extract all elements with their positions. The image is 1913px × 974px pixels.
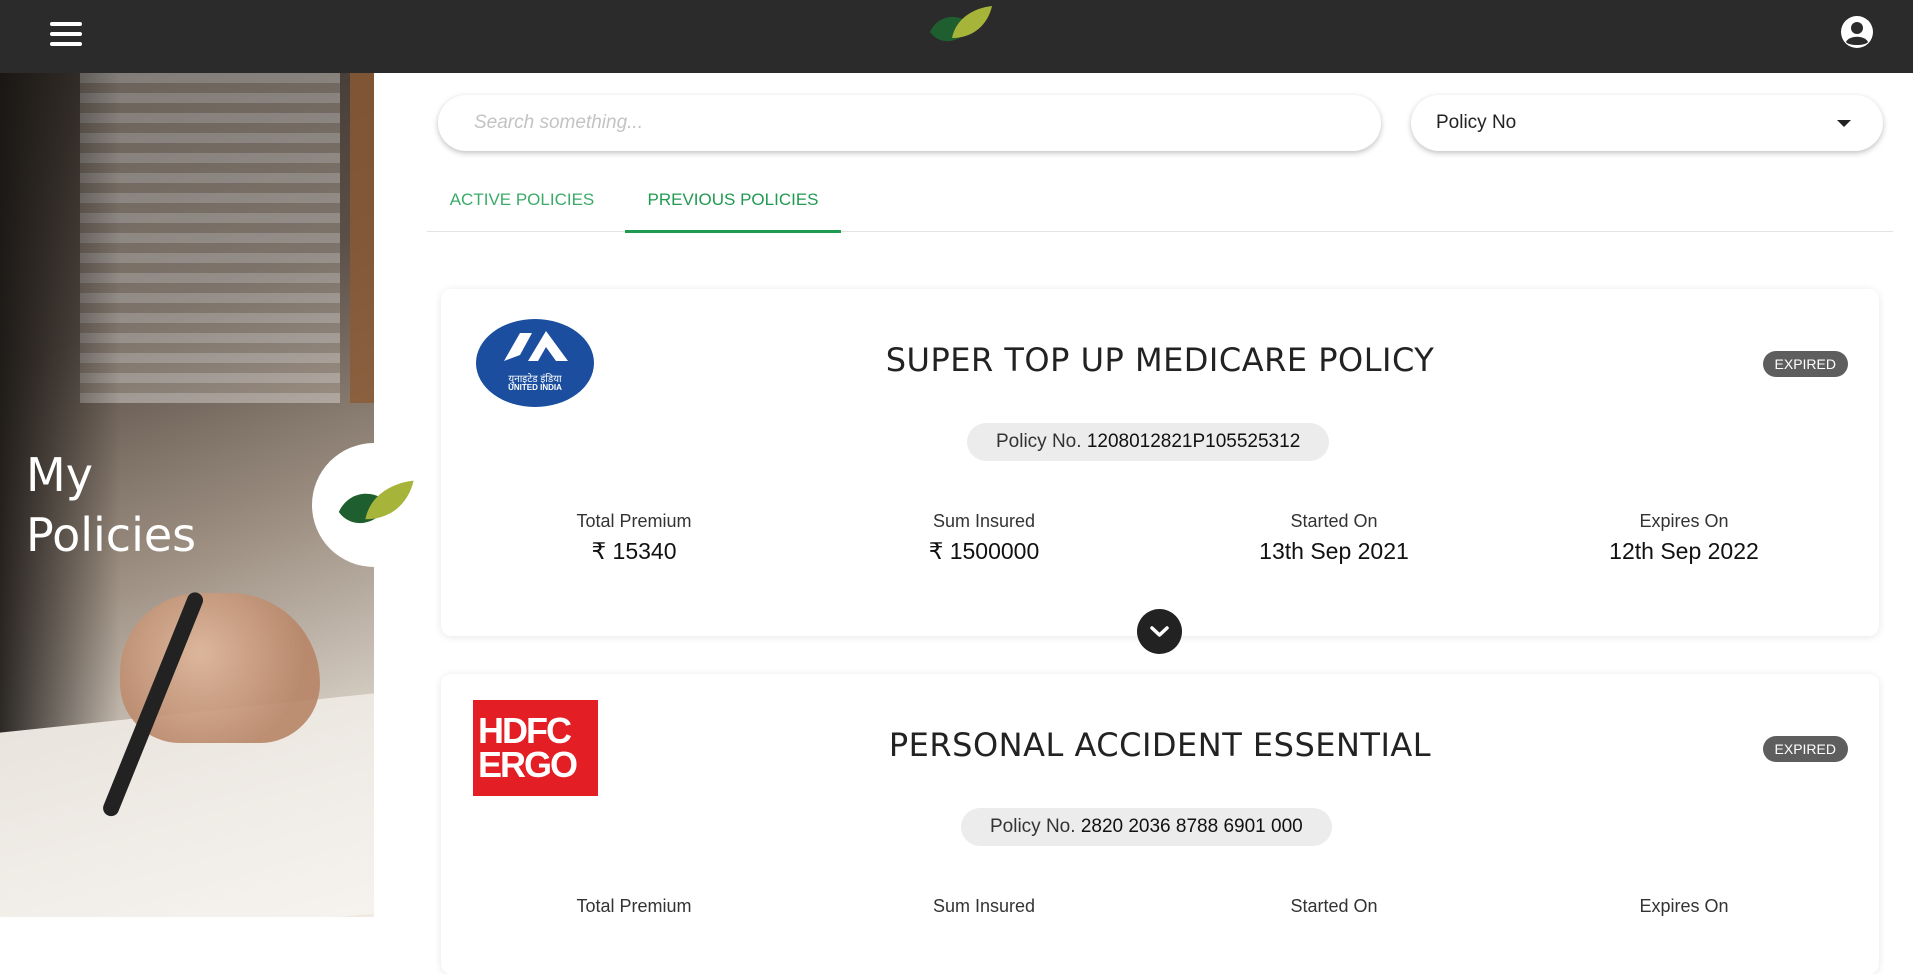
policy-number: Policy No. 1208012821P105525312 (967, 423, 1330, 461)
top-bar (0, 0, 1913, 73)
hamburger-menu-icon[interactable] (50, 22, 82, 46)
expires-on-label: Expires On (1639, 511, 1729, 531)
started-on-label: Started On (1290, 896, 1378, 916)
policy-number-label: Policy No. (990, 816, 1076, 837)
total-premium: Total Premium ₹ 15340 (484, 511, 784, 565)
started-on-label: Started On (1290, 511, 1378, 531)
policy-title: PERSONAL ACCIDENT ESSENTIAL (888, 726, 1432, 764)
total-premium-value: ₹ 15340 (591, 538, 677, 564)
sum-insured-label: Sum Insured (932, 511, 1036, 531)
leaf-logo-icon[interactable] (926, 4, 994, 50)
user-account-icon[interactable] (1840, 15, 1874, 49)
sum-insured: Sum Insured (834, 896, 1134, 917)
sum-insured-label: Sum Insured (932, 896, 1036, 916)
policy-number-label: Policy No. (996, 431, 1082, 452)
page-title-line2: Policies (26, 508, 197, 562)
policy-card[interactable]: युनाइटेड इंडिया UNITED INDIA SUPER TOP U… (441, 289, 1879, 636)
hero-logo-badge (312, 443, 436, 567)
total-premium-label: Total Premium (576, 896, 692, 916)
policy-number-value: 1208012821P105525312 (1086, 431, 1301, 452)
policy-tabs: ACTIVE POLICIES PREVIOUS POLICIES (427, 180, 1893, 233)
sum-insured: Sum Insured ₹ 1500000 (834, 511, 1134, 565)
total-premium-label: Total Premium (576, 511, 692, 531)
chevron-down-icon (1150, 626, 1169, 637)
policy-title: SUPER TOP UP MEDICARE POLICY (885, 341, 1435, 379)
started-on-value: 13th Sep 2021 (1259, 538, 1409, 564)
expires-on-label: Expires On (1639, 896, 1729, 916)
expires-on: Expires On 12th Sep 2022 (1534, 511, 1834, 565)
tab-previous-policies[interactable]: PREVIOUS POLICIES (625, 190, 841, 233)
page-title: My Policies (26, 445, 196, 565)
expand-button[interactable] (1137, 609, 1182, 654)
expires-on-value: 12th Sep 2022 (1609, 538, 1759, 564)
expires-on: Expires On (1534, 896, 1834, 917)
filter-selected-value: Policy No (1436, 112, 1517, 133)
tab-active-policies[interactable]: ACTIVE POLICIES (447, 190, 597, 231)
status-badge: EXPIRED (1762, 736, 1848, 762)
started-on: Started On 13th Sep 2021 (1184, 511, 1484, 565)
sum-insured-value: ₹ 1500000 (928, 538, 1040, 564)
total-premium: Total Premium (484, 896, 784, 917)
policy-card[interactable]: HDFC ERGO PERSONAL ACCIDENT ESSENTIAL EX… (441, 674, 1879, 974)
filter-select[interactable]: Policy No (1411, 95, 1883, 151)
leaf-logo-icon (338, 480, 414, 524)
search-input[interactable] (438, 95, 1381, 151)
caret-down-icon (1837, 120, 1851, 127)
page-title-line1: My (26, 448, 93, 502)
policy-number-value: 2820 2036 8788 6901 000 (1080, 816, 1303, 837)
logo-text: UNITED INDIA (508, 383, 562, 392)
status-badge: EXPIRED (1762, 351, 1848, 377)
policy-number: Policy No. 2820 2036 8788 6901 000 (961, 808, 1332, 846)
started-on: Started On (1184, 896, 1484, 917)
